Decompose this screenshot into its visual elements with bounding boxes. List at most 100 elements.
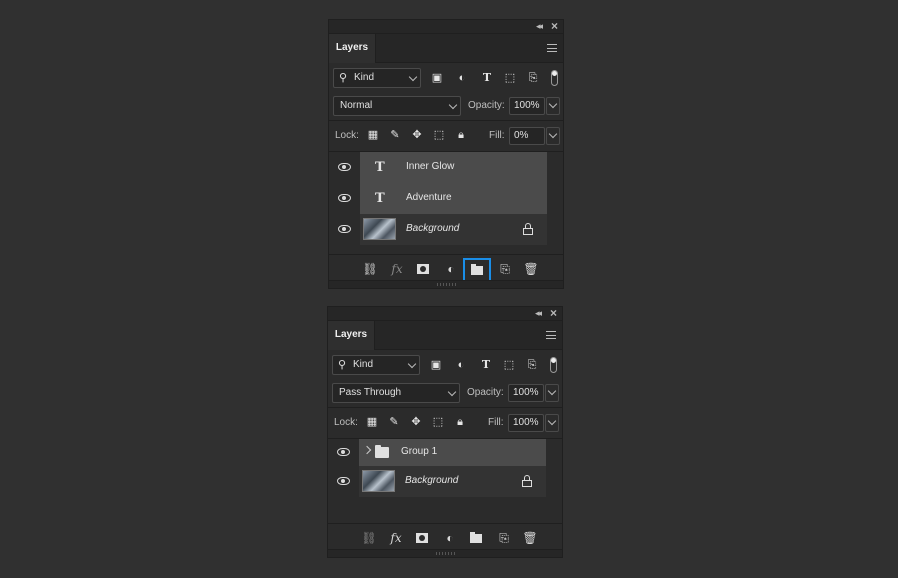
expand-caret-icon[interactable] xyxy=(362,445,372,455)
blend-row: Normal Opacity: 100% xyxy=(329,92,563,120)
layer-thumbnail xyxy=(362,470,395,492)
lock-transparent-icon[interactable]: ▦ xyxy=(366,128,380,142)
layers-panel-1: ◂◂ × Layers ⚲ Kind ▣ ◐ T ⬚ ⎘ Normal Opac… xyxy=(328,19,564,289)
visibility-eye-icon[interactable] xyxy=(338,194,351,202)
filter-kind-dropdown[interactable]: ⚲ Kind xyxy=(332,355,420,375)
filter-toggle[interactable] xyxy=(551,70,558,86)
opacity-field[interactable]: 100% xyxy=(509,97,545,115)
lock-all-icon[interactable]: 🔒︎ xyxy=(454,128,468,142)
folder-icon xyxy=(470,532,482,543)
lock-position-icon[interactable]: ✥ xyxy=(409,415,423,429)
layer-row[interactable]: Group 1 xyxy=(328,439,562,466)
link-layers-icon[interactable]: ⛓ xyxy=(358,529,380,549)
opacity-chevron-button[interactable] xyxy=(545,384,559,402)
collapse-icon[interactable]: ◂◂ xyxy=(535,308,542,319)
panel-titlebar: ◂◂ × xyxy=(328,306,562,321)
fill-chevron-button[interactable] xyxy=(546,127,560,145)
filter-kind-dropdown[interactable]: ⚲ Kind xyxy=(333,68,421,88)
blend-mode-value: Pass Through xyxy=(339,387,402,398)
opacity-chevron-button[interactable] xyxy=(546,97,560,115)
filter-row: ⚲ Kind ▣ ◐ T ⬚ ⎘ xyxy=(329,63,563,92)
lock-image-pixels-icon[interactable]: ✎ xyxy=(387,415,401,429)
lock-image-pixels-icon[interactable]: ✎ xyxy=(388,128,402,142)
opacity-label: Opacity: xyxy=(467,387,504,398)
lock-all-icon[interactable]: 🔒︎ xyxy=(453,415,467,429)
layer-row[interactable]: T Inner Glow xyxy=(329,152,563,183)
lock-label: Lock: xyxy=(334,417,358,428)
adjustment-layer-icon[interactable]: ◐ xyxy=(440,260,462,280)
pixel-filter-icon[interactable]: ▣ xyxy=(429,358,443,372)
layers-list: Group 1 Background xyxy=(328,439,562,497)
tab-layers[interactable]: Layers xyxy=(328,321,375,350)
type-filter-icon[interactable]: T xyxy=(480,71,494,85)
new-group-button[interactable] xyxy=(463,258,491,282)
fill-field[interactable]: 0% xyxy=(509,127,545,145)
smart-object-filter-icon[interactable]: ⎘ xyxy=(525,358,539,372)
visibility-eye-icon[interactable] xyxy=(337,477,350,485)
fill-chevron-button[interactable] xyxy=(545,414,559,432)
layer-row[interactable]: Background xyxy=(328,466,562,497)
lock-position-icon[interactable]: ✥ xyxy=(410,128,424,142)
lock-row: Lock: ▦ ✎ ✥ ⬚ 🔒︎ Fill: 100% xyxy=(328,408,562,438)
smart-object-filter-icon[interactable]: ⎘ xyxy=(526,71,540,85)
layer-name: Inner Glow xyxy=(406,161,455,172)
layers-footer: ⛓ fx ◐ ⎘ 🗑︎ xyxy=(328,523,562,550)
layer-name: Background xyxy=(405,475,459,486)
text-layer-icon: T xyxy=(375,191,385,206)
adjustment-layer-icon[interactable]: ◐ xyxy=(439,529,461,549)
visibility-eye-icon[interactable] xyxy=(338,225,351,233)
shape-filter-icon[interactable]: ⬚ xyxy=(502,358,516,372)
fill-label: Fill: xyxy=(488,417,504,428)
resize-grip[interactable] xyxy=(328,549,562,557)
fill-label: Fill: xyxy=(489,130,505,141)
search-icon: ⚲ xyxy=(339,72,348,84)
trash-icon[interactable]: 🗑︎ xyxy=(520,260,542,280)
lock-transparent-icon[interactable]: ▦ xyxy=(365,415,379,429)
tab-layers[interactable]: Layers xyxy=(329,34,376,63)
filter-row: ⚲ Kind ▣ ◐ T ⬚ ⎘ xyxy=(328,350,562,379)
lock-artboard-icon[interactable]: ⬚ xyxy=(431,415,445,429)
new-layer-icon[interactable]: ⎘ xyxy=(494,260,516,280)
link-layers-icon[interactable]: ⛓ xyxy=(359,260,381,280)
fx-icon[interactable]: fx xyxy=(385,529,407,549)
adjustment-filter-icon[interactable]: ◐ xyxy=(454,358,468,372)
type-filter-icon[interactable]: T xyxy=(479,358,493,372)
close-icon[interactable]: × xyxy=(551,19,558,33)
lock-artboard-icon[interactable]: ⬚ xyxy=(432,128,446,142)
blend-row: Pass Through Opacity: 100% xyxy=(328,379,562,407)
blend-mode-dropdown[interactable]: Normal xyxy=(333,96,461,116)
shape-filter-icon[interactable]: ⬚ xyxy=(503,71,517,85)
blend-mode-dropdown[interactable]: Pass Through xyxy=(332,383,460,403)
fill-field[interactable]: 100% xyxy=(508,414,544,432)
layer-name: Adventure xyxy=(406,192,452,203)
visibility-eye-icon[interactable] xyxy=(338,163,351,171)
close-icon[interactable]: × xyxy=(550,306,557,320)
pixel-filter-icon[interactable]: ▣ xyxy=(430,71,444,85)
layer-row[interactable]: Background xyxy=(329,214,563,245)
visibility-eye-icon[interactable] xyxy=(337,448,350,456)
new-layer-icon[interactable]: ⎘ xyxy=(493,529,515,549)
panel-menu-icon[interactable] xyxy=(546,331,556,339)
folder-icon xyxy=(471,264,483,275)
text-layer-icon: T xyxy=(375,160,385,175)
trash-icon[interactable]: 🗑︎ xyxy=(519,529,541,549)
search-icon: ⚲ xyxy=(338,359,347,371)
folder-icon xyxy=(375,445,389,458)
opacity-label: Opacity: xyxy=(468,100,505,111)
filter-toggle[interactable] xyxy=(550,357,557,373)
layer-row[interactable]: T Adventure xyxy=(329,183,563,214)
layer-name: Group 1 xyxy=(401,446,438,457)
resize-grip[interactable] xyxy=(329,280,563,288)
opacity-field[interactable]: 100% xyxy=(508,384,544,402)
blend-mode-value: Normal xyxy=(340,100,373,111)
layers-panel-2: ◂◂ × Layers ⚲ Kind ▣ ◐ T ⬚ ⎘ Pass Throug… xyxy=(327,306,563,558)
fx-icon[interactable]: fx xyxy=(386,260,408,280)
adjustment-filter-icon[interactable]: ◐ xyxy=(455,71,469,85)
lock-row: Lock: ▦ ✎ ✥ ⬚ 🔒︎ Fill: 0% xyxy=(329,121,563,151)
add-mask-icon[interactable] xyxy=(411,529,433,549)
collapse-icon[interactable]: ◂◂ xyxy=(536,21,543,32)
layer-lock-icon xyxy=(523,223,533,235)
add-mask-icon[interactable] xyxy=(412,260,434,280)
new-group-button[interactable] xyxy=(465,529,487,549)
panel-menu-icon[interactable] xyxy=(547,44,557,52)
